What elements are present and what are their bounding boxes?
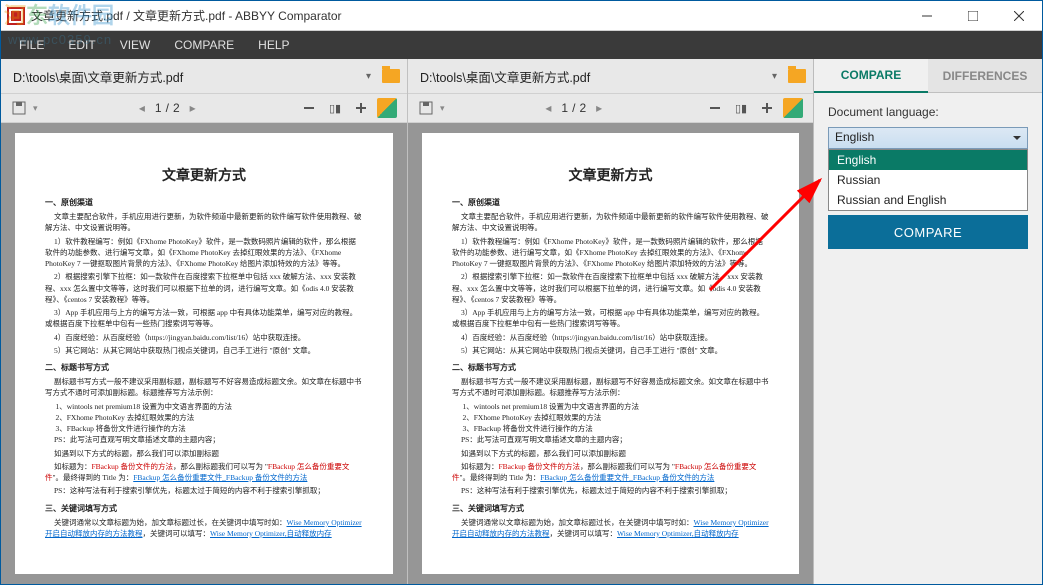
section-heading: 一、原创渠道 xyxy=(45,197,363,208)
section-heading: 三、关键词填写方式 xyxy=(452,503,769,514)
file-path[interactable]: D:\tools\桌面\文章更新方式.pdf xyxy=(414,63,766,90)
path-dropdown-icon[interactable]: ▾ xyxy=(766,71,783,82)
doc-title: 文章更新方式 xyxy=(452,165,769,185)
fit-page-button[interactable] xyxy=(375,96,399,120)
section-heading: 二、标题书写方式 xyxy=(452,362,769,373)
language-dropdown: English Russian Russian and English xyxy=(828,149,1028,211)
app-icon xyxy=(7,7,25,25)
page-total: 2 xyxy=(575,101,590,115)
language-option[interactable]: Russian xyxy=(829,170,1027,190)
zoom-mode-button[interactable]: ▯▮ xyxy=(729,96,753,120)
paragraph: 副标题书写方式一般不建议采用副标题，副标题写不好容易造成标题文余。如文章在标题中… xyxy=(452,376,769,399)
paragraph: 2）根据搜索引擎下拉框：如一款软件在百度搜索下拉框单中包括 xxx 破解方法、x… xyxy=(45,271,363,305)
path-dropdown-icon[interactable]: ▾ xyxy=(360,71,377,82)
prev-page-button[interactable]: ◂ xyxy=(133,101,151,115)
prev-page-button[interactable]: ◂ xyxy=(539,101,557,115)
minimize-button[interactable] xyxy=(904,1,950,31)
left-document-pane: D:\tools\桌面\文章更新方式.pdf ▾ ▾ ◂ 1 / 2 ▸ xyxy=(1,59,407,584)
paragraph: 4）百度经验：从百度经验（https://jingyan.baidu.com/l… xyxy=(45,332,363,343)
page-current[interactable]: 1 xyxy=(151,101,166,115)
folder-icon xyxy=(788,69,806,83)
language-label: Document language: xyxy=(828,105,1028,119)
paragraph: 3）App 手机应用与上方的编写方法一致，可根据 app 中有具体功能菜单，编写… xyxy=(452,307,769,330)
paragraph: 5）其它网站：从其它网站中获取热门视点关键词，自己手工进行 "原创" 文章。 xyxy=(452,345,769,356)
doc-title: 文章更新方式 xyxy=(45,165,363,185)
page-current[interactable]: 1 xyxy=(557,101,572,115)
language-select[interactable]: English English Russian Russian and Engl… xyxy=(828,127,1028,149)
folder-icon xyxy=(382,69,400,83)
title-bar: 文章更新方式.pdf / 文章更新方式.pdf - ABBYY Comparat… xyxy=(1,1,1042,31)
document-viewport[interactable]: 文章更新方式 一、原创渠道 文章主要配合软件，手机应用进行更新，为软件频道中最新… xyxy=(1,123,407,584)
open-folder-button[interactable] xyxy=(787,66,807,86)
page-content: 文章更新方式 一、原创渠道 文章主要配合软件，手机应用进行更新，为软件频道中最新… xyxy=(15,133,393,574)
list-item: 3、FBackup 将备份文件进行操作的方法 xyxy=(45,423,363,434)
save-dropdown-icon[interactable]: ▾ xyxy=(440,103,445,114)
page-total: 2 xyxy=(169,101,184,115)
paragraph: 关键词通常以文章标题为始，加文章标题过长，在关键词中填写时如：Wise Memo… xyxy=(45,517,363,540)
compare-button[interactable]: COMPARE xyxy=(828,215,1028,249)
menu-file[interactable]: FILE xyxy=(7,31,56,59)
zoom-in-button[interactable] xyxy=(755,96,779,120)
menu-compare[interactable]: COMPARE xyxy=(162,31,246,59)
paragraph: PS：这种写法有利于搜索引擎优先，标题太过于简短的内容不利于搜索引擎抓取； xyxy=(45,485,363,496)
menu-view[interactable]: VIEW xyxy=(108,31,163,59)
fit-icon xyxy=(377,98,397,118)
paragraph: PS：此写法可直观写明文章插述文章的主题内容； xyxy=(45,434,363,445)
paragraph: 如标题为：FBackup 备份文件的方法，那么副标题我们可以写为 "FBacku… xyxy=(452,461,769,484)
section-heading: 一、原创渠道 xyxy=(452,197,769,208)
next-page-button[interactable]: ▸ xyxy=(590,101,608,115)
window-title: 文章更新方式.pdf / 文章更新方式.pdf - ABBYY Comparat… xyxy=(31,7,904,24)
paragraph: 文章主要配合软件，手机应用进行更新，为软件频道中最新更新的软件编写软件使用教程、… xyxy=(452,211,769,234)
zoom-in-button[interactable] xyxy=(349,96,373,120)
tab-compare[interactable]: COMPARE xyxy=(814,59,928,93)
paragraph: 文章主要配合软件，手机应用进行更新，为软件频道中最新更新的软件编写软件使用教程、… xyxy=(45,211,363,234)
zoom-out-button[interactable] xyxy=(297,96,321,120)
list-item: 2、FXhome PhotoKey 去掉红眼效果的方法 xyxy=(45,412,363,423)
file-path[interactable]: D:\tools\桌面\文章更新方式.pdf xyxy=(7,63,360,90)
menu-edit[interactable]: EDIT xyxy=(56,31,107,59)
paragraph: 关键词通常以文章标题为始，加文章标题过长，在关键词中填写时如：Wise Memo… xyxy=(452,517,769,540)
paragraph: 如遇到以下方式的标题，那么我们可以添加副标题 xyxy=(45,448,363,459)
zoom-out-button[interactable] xyxy=(703,96,727,120)
zoom-mode-button[interactable]: ▯▮ xyxy=(323,96,347,120)
paragraph: 1）软件教程编写：例如《FXhome PhotoKey》软件，是一款数码照片编辑… xyxy=(452,236,769,270)
paragraph: 副标题书写方式一般不建议采用副标题，副标题写不好容易造成标题文余。如文章在标题中… xyxy=(45,376,363,399)
tab-differences[interactable]: DIFFERENCES xyxy=(928,59,1042,93)
right-document-pane: D:\tools\桌面\文章更新方式.pdf ▾ ▾ ◂ 1 / 2 ▸ xyxy=(407,59,813,584)
save-dropdown-icon[interactable]: ▾ xyxy=(33,103,38,114)
language-option[interactable]: Russian and English xyxy=(829,190,1027,210)
maximize-button[interactable] xyxy=(950,1,996,31)
section-heading: 三、关键词填写方式 xyxy=(45,503,363,514)
fit-page-button[interactable] xyxy=(781,96,805,120)
paragraph: 1）软件教程编写：例如《FXhome PhotoKey》软件，是一款数码照片编辑… xyxy=(45,236,363,270)
document-viewport[interactable]: 文章更新方式 一、原创渠道 文章主要配合软件，手机应用进行更新，为软件频道中最新… xyxy=(408,123,813,584)
next-page-button[interactable]: ▸ xyxy=(184,101,202,115)
menu-help[interactable]: HELP xyxy=(246,31,301,59)
menu-bar: FILE EDIT VIEW COMPARE HELP xyxy=(1,31,1042,59)
paragraph: 4）百度经验：从百度经验（https://jingyan.baidu.com/l… xyxy=(452,332,769,343)
side-panel: COMPARE DIFFERENCES Document language: E… xyxy=(813,59,1042,584)
list-item: 1、wintools net premium18 设置为中文语言界面的方法 xyxy=(45,401,363,412)
fit-icon xyxy=(783,98,803,118)
open-folder-button[interactable] xyxy=(381,66,401,86)
save-button[interactable] xyxy=(7,96,31,120)
paragraph: PS：这种写法有利于搜索引擎优先，标题太过于简短的内容不利于搜索引擎抓取； xyxy=(452,485,769,496)
section-heading: 二、标题书写方式 xyxy=(45,362,363,373)
list-item: 2、FXhome PhotoKey 去掉红眼效果的方法 xyxy=(452,412,769,423)
language-option[interactable]: English xyxy=(829,150,1027,170)
paragraph: 如遇到以下方式的标题，那么我们可以添加副标题 xyxy=(452,448,769,459)
paragraph: 3）App 手机应用与上方的编写方法一致，可根据 app 中有具体功能菜单，编写… xyxy=(45,307,363,330)
list-item: 3、FBackup 将备份文件进行操作的方法 xyxy=(452,423,769,434)
paragraph: PS：此写法可直观写明文章插述文章的主题内容； xyxy=(452,434,769,445)
list-item: 1、wintools net premium18 设置为中文语言界面的方法 xyxy=(452,401,769,412)
paragraph: 2）根据搜索引擎下拉框：如一款软件在百度搜索下拉框单中包括 xxx 破解方法、x… xyxy=(452,271,769,305)
paragraph: 如标题为：FBackup 备份文件的方法，那么副标题我们可以写为 "FBacku… xyxy=(45,461,363,484)
page-content: 文章更新方式 一、原创渠道 文章主要配合软件，手机应用进行更新，为软件频道中最新… xyxy=(422,133,799,574)
paragraph: 5）其它网站：从其它网站中获取热门视点关键词，自己手工进行 "原创" 文章。 xyxy=(45,345,363,356)
language-value[interactable]: English xyxy=(828,127,1028,149)
save-button[interactable] xyxy=(414,96,438,120)
close-button[interactable] xyxy=(996,1,1042,31)
